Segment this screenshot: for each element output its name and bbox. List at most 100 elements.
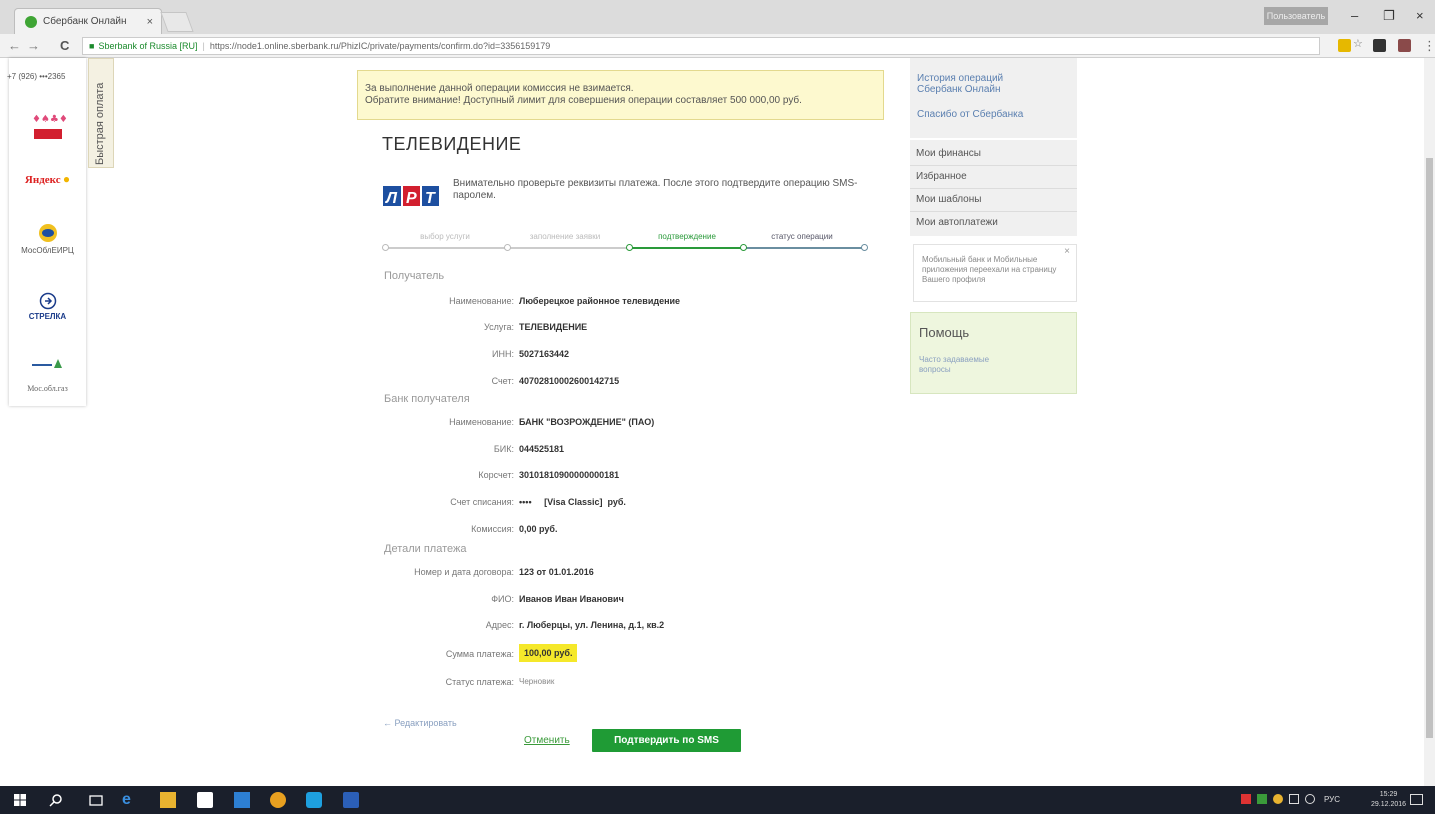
cancel-link[interactable]: Отменить [524, 735, 570, 746]
field-label: БИК: [493, 444, 514, 454]
sidebar-links-panel [910, 58, 1077, 138]
progress-dot [504, 244, 511, 251]
confirm-sms-button[interactable]: Подтвердить по SMS [592, 729, 741, 752]
field-row: Адрес: г. Люберцы, ул. Ленина, д.1, кв.2 [382, 620, 882, 634]
partner-strelka[interactable]: СТРЕЛКА [9, 292, 86, 321]
clock-time: 15:29 [1379, 791, 1398, 798]
scrollbar-thumb[interactable] [1426, 158, 1433, 738]
coin-icon: ● [62, 172, 71, 186]
spasibo-link[interactable]: Спасибо от Сбербанка [917, 109, 1023, 120]
keyboard-language[interactable]: РУС [1324, 795, 1340, 804]
quick-pay-tab[interactable]: Быстрая оплата [88, 58, 114, 168]
phone-number: +7 (926) •••2365 [7, 72, 66, 81]
svg-text:Р: Р [406, 190, 417, 207]
partner-label: СТРЕЛКА [28, 312, 67, 321]
mosobleirc-logo-icon [38, 224, 57, 242]
menu-dots-icon[interactable]: ⋮ [1423, 38, 1435, 54]
field-label: Адрес: [485, 620, 514, 630]
partner-mosoblgaz[interactable]: Мос.обл.газ [9, 384, 86, 393]
new-tab-button[interactable] [160, 12, 194, 32]
partner-mosenergo[interactable]: ♦♠♣♦ [9, 110, 86, 144]
field-row: Наименование: БАНК "ВОЗРОЖДЕНИЕ" (ПАО) [382, 417, 882, 431]
back-arrow-icon[interactable]: ← [8, 38, 21, 53]
partner-mosenergosbyt[interactable] [9, 356, 86, 372]
field-row: Номер и дата договора: 123 от 01.01.2016 [382, 567, 882, 581]
lock-icon: ■ [89, 41, 95, 51]
field-row: ИНН: 5027163442 [382, 349, 882, 363]
progress-dot [861, 244, 868, 251]
forward-arrow-icon[interactable]: → [27, 38, 40, 53]
field-label: Счет списания: [450, 497, 514, 507]
faq-link[interactable]: Часто задаваемые вопросы [919, 355, 1019, 375]
clock-date: 29.12.2016 [1371, 801, 1407, 808]
network-icon[interactable] [1289, 794, 1299, 804]
store-icon[interactable] [197, 792, 213, 808]
windows-start-icon[interactable] [12, 792, 28, 808]
history-link[interactable]: История операций Сбербанк Онлайн [917, 73, 1027, 95]
browser-tab[interactable]: Сбербанк Онлайн × [14, 8, 162, 34]
sidebar-item-favorites[interactable]: Избранное [916, 171, 1071, 182]
field-label: Наименование: [449, 417, 514, 427]
svg-text:♦♠♣♦: ♦♠♣♦ [32, 114, 68, 125]
partner-yandex[interactable]: Яндекс ● [9, 172, 86, 186]
step-label: заполнение заявки [529, 232, 601, 241]
partner-mosobleirc[interactable]: МосОблЕИРЦ [9, 222, 86, 255]
progress-steps: выбор услуги заполнение заявки подтвержд… [382, 232, 868, 256]
app-icon[interactable] [234, 792, 250, 808]
chrome-icon[interactable] [270, 792, 286, 808]
edit-link[interactable]: ← Редактировать [383, 718, 457, 728]
field-value: г. Люберцы, ул. Ленина, д.1, кв.2 [519, 620, 665, 630]
skype-icon[interactable] [306, 792, 322, 808]
field-label: Номер и дата договора: [414, 567, 514, 577]
sidebar-item-finances[interactable]: Мои финансы [916, 148, 1071, 159]
help-panel: Помощь Часто задаваемые вопросы [910, 312, 1077, 394]
url-separator: | [202, 41, 205, 51]
tray-icon[interactable] [1257, 794, 1267, 804]
clock[interactable]: 15:29 29.12.2016 [1371, 790, 1406, 810]
field-value: 5027163442 [519, 349, 570, 359]
translate-extension-icon[interactable] [1338, 39, 1351, 52]
notice-line-1: За выполнение данной операции комиссия н… [365, 83, 634, 94]
notifications-icon[interactable] [1410, 794, 1423, 805]
minimize-button[interactable]: – [1351, 8, 1358, 23]
field-row: ФИО: Иванов Иван Иванович [382, 594, 882, 608]
bookmark-star-icon[interactable]: ☆ [1353, 39, 1366, 52]
tab-close-icon[interactable]: × [147, 16, 153, 28]
field-label: Услуга: [484, 322, 514, 332]
task-view-icon[interactable] [88, 792, 104, 808]
section-recipient: Получатель [384, 270, 445, 282]
reload-icon[interactable]: C [60, 38, 69, 53]
address-bar[interactable]: ■ Sberbank of Russia [RU] | https://node1.o… [82, 37, 1320, 55]
tray-icon[interactable] [1241, 794, 1251, 804]
section-bank: Банк получателя [384, 393, 470, 405]
field-value: 123 от 01.01.2016 [519, 567, 594, 577]
help-title: Помощь [919, 325, 970, 340]
field-row: Счет списания: •••• [Visa Classic] руб. [382, 497, 882, 511]
volume-icon[interactable] [1305, 794, 1315, 804]
field-label: Комиссия: [471, 524, 514, 534]
field-row: Комиссия: 0,00 руб. [382, 524, 882, 538]
verify-hint: Внимательно проверьте реквизиты платежа.… [453, 178, 858, 201]
field-label: Сумма платежа: [445, 649, 514, 659]
file-explorer-icon[interactable] [160, 792, 176, 808]
payment-sum: 100,00 руб. [519, 644, 578, 662]
close-window-button[interactable]: × [1416, 8, 1424, 23]
maximize-button[interactable]: ❐ [1383, 8, 1395, 24]
page-scrollbar[interactable] [1424, 58, 1435, 786]
sidebar-item-autopayments[interactable]: Мои автоплатежи [916, 217, 1071, 228]
info-text: Мобильный банк и Мобильные приложения пе… [922, 255, 1057, 284]
profile-badge[interactable]: Пользователь [1264, 7, 1328, 25]
search-icon[interactable] [48, 792, 64, 808]
mobile-bank-info: × Мобильный банк и Мобильные приложения … [913, 244, 1077, 302]
windows-taskbar: e РУС 15:29 29.12.2016 [0, 786, 1435, 814]
field-row: Услуга: ТЕЛЕВИДЕНИЕ [382, 322, 882, 336]
menu-divider [910, 211, 1077, 212]
field-value: •••• [Visa Classic] руб. [519, 497, 626, 507]
word-icon[interactable] [343, 792, 359, 808]
sidebar-item-templates[interactable]: Мои шаблоны [916, 194, 1071, 205]
edge-browser-icon[interactable]: e [122, 792, 138, 808]
close-icon[interactable]: × [1064, 247, 1070, 257]
tray-icon[interactable] [1273, 794, 1283, 804]
extension-icon[interactable] [1373, 39, 1386, 52]
extension-2-icon[interactable] [1398, 39, 1411, 52]
